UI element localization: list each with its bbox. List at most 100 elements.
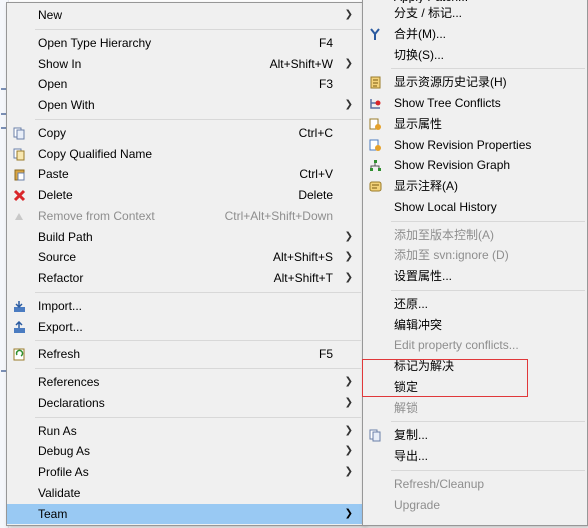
chevron-right-icon: ❯ bbox=[344, 424, 353, 436]
menu-item-label: 添加至版本控制(A) bbox=[394, 227, 494, 242]
highlight-annotation-box bbox=[362, 359, 528, 397]
menu-item-label: Team bbox=[38, 506, 68, 521]
menu-item-label: Show Revision Properties bbox=[394, 137, 532, 152]
menu-item-shortcut: Alt+Shift+S bbox=[272, 250, 333, 265]
menu-item-build-path[interactable]: Build Path ❯ bbox=[7, 227, 363, 248]
chevron-right-icon: ❯ bbox=[344, 9, 353, 20]
menu-item-shortcut: Ctrl+V bbox=[299, 167, 333, 182]
menu-item-references[interactable]: References ❯ bbox=[7, 372, 363, 393]
menu-item-item-15[interactable]: 设置属性... bbox=[363, 266, 587, 287]
menu-item-run-as[interactable]: Run As ❯ bbox=[7, 421, 363, 442]
menu-item-item-18[interactable]: 编辑冲突 bbox=[363, 315, 587, 336]
menu-item-label: 分支 / 标记... bbox=[394, 6, 463, 20]
menu-item-refactor[interactable]: Refactor Alt+Shift+T ❯ bbox=[7, 268, 363, 289]
menu-item-label: 解锁 bbox=[394, 400, 419, 415]
menu-item-label: Paste bbox=[38, 167, 69, 182]
menu-item-item-1[interactable]: 分支 / 标记... bbox=[363, 3, 587, 24]
menu-item-label: Open Type Hierarchy bbox=[38, 35, 152, 50]
menu-item-label: Delete bbox=[38, 188, 73, 202]
chevron-right-icon: ❯ bbox=[344, 396, 353, 408]
menu-item-validate[interactable]: Validate bbox=[7, 483, 363, 504]
import-icon bbox=[13, 300, 26, 313]
annotate-icon bbox=[369, 180, 382, 193]
menu-item-show-local-history[interactable]: Show Local History bbox=[363, 197, 587, 218]
menu-item-a: 添加至版本控制(A) bbox=[363, 225, 587, 246]
chevron-right-icon: ❯ bbox=[344, 507, 353, 519]
menu-separator bbox=[391, 289, 585, 291]
menu-separator bbox=[391, 68, 585, 70]
menu-item-export[interactable]: Export... bbox=[7, 317, 363, 338]
revision-graph-icon bbox=[369, 159, 382, 172]
merge-icon bbox=[369, 28, 382, 41]
menu-item-declarations[interactable]: Declarations ❯ bbox=[7, 393, 363, 414]
team-submenu: Apply Patch...分支 / 标记...合并(M)...切换(S)...… bbox=[362, 0, 588, 526]
menu-item-a[interactable]: 显示注释(A) bbox=[363, 176, 587, 197]
copy-icon bbox=[369, 429, 382, 442]
menu-item-copy[interactable]: Copy Ctrl+C bbox=[7, 123, 363, 144]
menu-item-refresh-cleanup: Refresh/Cleanup bbox=[363, 474, 587, 495]
menu-item-label: Refresh bbox=[38, 347, 81, 362]
menu-item-item-17[interactable]: 还原... bbox=[363, 294, 587, 315]
menu-item-m[interactable]: 合并(M)... bbox=[363, 24, 587, 45]
menu-item-shortcut: Alt+Shift+T bbox=[273, 271, 333, 285]
menu-item-debug-as[interactable]: Debug As ❯ bbox=[7, 441, 363, 462]
menu-item-delete[interactable]: Delete Delete bbox=[7, 185, 363, 206]
menu-item-item-25[interactable]: 导出... bbox=[363, 446, 587, 467]
menu-item-label: 添加至 svn:ignore (D) bbox=[394, 248, 509, 263]
menu-item-open-with[interactable]: Open With ❯ bbox=[7, 95, 363, 116]
menu-item-label: 显示资源历史记录(H) bbox=[394, 75, 507, 90]
menu-item-shortcut: Ctrl+C bbox=[298, 125, 333, 140]
refresh-icon bbox=[13, 348, 26, 361]
menu-item-open[interactable]: Open F3 bbox=[7, 74, 363, 95]
paste-icon bbox=[13, 168, 26, 181]
menu-separator bbox=[35, 368, 361, 369]
menu-item-team[interactable]: Team ❯ bbox=[7, 503, 363, 525]
menu-item-shortcut: F3 bbox=[318, 77, 333, 92]
revision-properties-icon bbox=[369, 139, 382, 152]
menu-item-label: Refresh/Cleanup bbox=[394, 476, 485, 491]
menu-item-label: Source bbox=[38, 250, 77, 265]
menu-item-new[interactable]: New ❯ bbox=[7, 5, 363, 26]
menu-item-item-24[interactable]: 复制... bbox=[363, 425, 587, 446]
menu-item-copy-qualified-name[interactable]: Copy Qualified Name bbox=[7, 144, 363, 165]
menu-item-label: Declarations bbox=[38, 395, 105, 410]
menu-item-open-type-hierarchy[interactable]: Open Type Hierarchy F4 bbox=[7, 33, 363, 54]
menu-item-label: 合并(M)... bbox=[394, 26, 446, 41]
menu-item-paste[interactable]: Paste Ctrl+V bbox=[7, 164, 363, 185]
menu-separator bbox=[35, 28, 361, 30]
menu-item-profile-as[interactable]: Profile As ❯ bbox=[7, 462, 363, 483]
chevron-right-icon: ❯ bbox=[344, 99, 353, 110]
chevron-right-icon: ❯ bbox=[344, 376, 353, 387]
menu-item-shortcut: F5 bbox=[318, 347, 333, 362]
menu-item-item-7[interactable]: 显示属性 bbox=[363, 114, 587, 135]
menu-item-label: Open With bbox=[38, 98, 95, 112]
menu-item-refresh[interactable]: Refresh F5 bbox=[7, 344, 363, 365]
menu-item-s[interactable]: 切换(S)... bbox=[363, 45, 587, 66]
properties-icon bbox=[369, 118, 382, 131]
menu-item-label: Remove from Context bbox=[38, 208, 155, 223]
menu-item-shortcut: Alt+Shift+W bbox=[269, 56, 333, 71]
menu-item-show-tree-conflicts[interactable]: Show Tree Conflicts bbox=[363, 93, 587, 114]
menu-item-show-in[interactable]: Show In Alt+Shift+W ❯ bbox=[7, 54, 363, 75]
menu-separator bbox=[391, 469, 585, 471]
delete-icon bbox=[13, 189, 26, 202]
menu-item-label: Build Path bbox=[38, 229, 93, 244]
chevron-right-icon: ❯ bbox=[344, 466, 353, 477]
menu-item-label: 还原... bbox=[394, 296, 429, 311]
menu-item-source[interactable]: Source Alt+Shift+S ❯ bbox=[7, 247, 363, 268]
chevron-right-icon: ❯ bbox=[344, 272, 353, 283]
copy-qualified-name-icon bbox=[13, 148, 26, 161]
menu-item-label: Edit property conflicts... bbox=[394, 338, 519, 353]
menu-item-label: Copy bbox=[38, 125, 67, 140]
chevron-right-icon: ❯ bbox=[344, 445, 353, 457]
menu-separator bbox=[35, 340, 361, 342]
menu-item-label: Profile As bbox=[38, 465, 89, 479]
menu-item-import[interactable]: Import... bbox=[7, 296, 363, 317]
menu-item-label: Show Tree Conflicts bbox=[394, 96, 501, 110]
menu-item-remove-from-context: Remove from Context Ctrl+Alt+Shift+Down bbox=[7, 206, 363, 227]
menu-item-label: Open bbox=[38, 77, 68, 92]
menu-item-label: 复制... bbox=[394, 428, 429, 443]
menu-item-h[interactable]: 显示资源历史记录(H) bbox=[363, 72, 587, 93]
menu-item-show-revision-properties[interactable]: Show Revision Properties bbox=[363, 135, 587, 156]
menu-item-show-revision-graph[interactable]: Show Revision Graph bbox=[363, 155, 587, 176]
